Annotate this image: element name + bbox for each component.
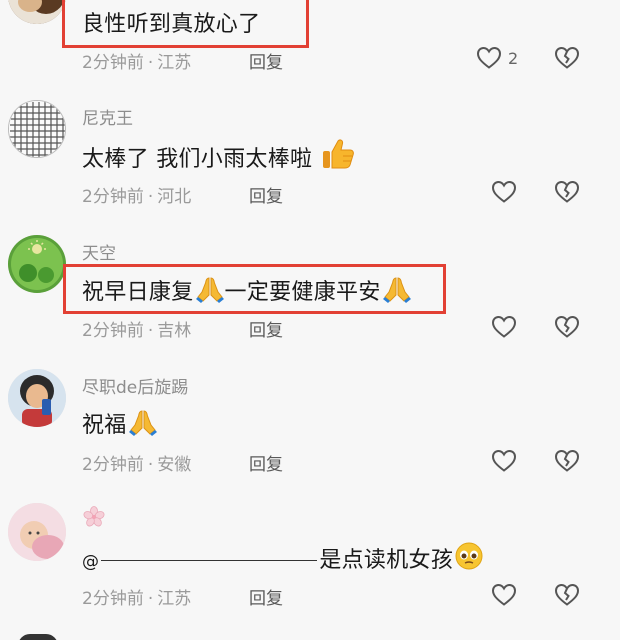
pleading-face-icon — [454, 541, 484, 577]
meta-separator: · — [147, 53, 154, 73]
comment-text: 良性听到真放心了 — [82, 12, 261, 37]
avatar[interactable] — [18, 634, 58, 640]
comment-meta: 2分钟前 · 吉林 — [82, 316, 191, 341]
avatar[interactable] — [8, 100, 66, 158]
comment-time: 2分钟前 — [82, 53, 144, 73]
comment-text-body: 祝福 — [82, 413, 127, 438]
reply-button[interactable]: 回复 — [249, 182, 283, 207]
avatar[interactable] — [8, 235, 66, 293]
comment-location: 安徽 — [157, 455, 192, 475]
avatar-image — [9, 101, 65, 157]
broken-heart-icon — [554, 449, 580, 472]
reply-button[interactable]: 回复 — [249, 48, 283, 73]
comment-meta: 2分钟前 · 安徽 — [82, 450, 191, 475]
like-count: 2 — [508, 48, 519, 68]
comment-location: 江苏 — [157, 53, 192, 73]
dislike-button[interactable] — [554, 178, 580, 206]
like-button[interactable]: 2 — [476, 44, 518, 72]
avatar-image — [8, 0, 66, 24]
comment-text-body: 太棒了 我们小雨太棒啦 — [82, 147, 313, 172]
avatar[interactable] — [8, 503, 66, 561]
dislike-button[interactable] — [554, 447, 580, 475]
like-button[interactable] — [491, 178, 517, 206]
comment-text: 太棒了 我们小雨太棒啦 — [82, 138, 355, 176]
comment-time: 2分钟前 — [82, 455, 144, 475]
meta-separator: · — [147, 455, 154, 475]
heart-icon — [491, 583, 517, 606]
like-button[interactable] — [491, 313, 517, 341]
comment-list: 良性听到真放心了 2分钟前 · 江苏 回复 2 尼克王 太棒了 我们小雨太棒啦 … — [0, 0, 620, 640]
dislike-button[interactable] — [554, 44, 580, 72]
comment-location: 江苏 — [157, 589, 192, 609]
broken-heart-icon — [554, 46, 580, 69]
praying-hands-icon — [128, 408, 158, 442]
thumbs-up-icon — [321, 138, 355, 176]
like-button[interactable] — [491, 447, 517, 475]
meta-separator: · — [147, 187, 154, 207]
comment-text-part2: 一定要健康平安 — [224, 280, 381, 305]
comment-location: 河北 — [157, 187, 192, 207]
comment-meta: 2分钟前 · 江苏 — [82, 48, 191, 73]
heart-icon — [491, 180, 517, 203]
reply-button[interactable]: 回复 — [249, 316, 283, 341]
mention-prefix[interactable]: @ — [82, 552, 99, 572]
username[interactable] — [82, 505, 106, 530]
reply-button[interactable]: 回复 — [249, 450, 283, 475]
dislike-button[interactable] — [554, 313, 580, 341]
username[interactable]: 尽职de后旋踢 — [82, 373, 188, 398]
comment-meta: 2分钟前 · 河北 — [82, 182, 191, 207]
comment-time: 2分钟前 — [82, 321, 144, 341]
heart-icon — [491, 315, 517, 338]
dislike-button[interactable] — [554, 581, 580, 609]
comment-text: 祝早日康复 一定要健康平安 — [82, 274, 412, 309]
comment-time: 2分钟前 — [82, 187, 144, 207]
meta-separator: · — [147, 321, 154, 341]
praying-hands-icon — [195, 275, 225, 309]
comment-text-body: 是点读机女孩 — [319, 548, 454, 573]
avatar[interactable] — [8, 369, 66, 427]
avatar[interactable] — [8, 0, 66, 24]
cherry-blossom-icon — [82, 506, 106, 530]
meta-separator: · — [147, 589, 154, 609]
comment-text: @ 是点读机女孩 — [82, 541, 484, 577]
heart-icon — [491, 449, 517, 472]
username[interactable]: 天空 — [82, 239, 116, 264]
broken-heart-icon — [554, 315, 580, 338]
avatar-image — [8, 369, 66, 427]
broken-heart-icon — [554, 583, 580, 606]
comment-text: 祝福 — [82, 407, 158, 442]
reply-button[interactable]: 回复 — [249, 584, 283, 609]
mention-line — [101, 560, 318, 561]
avatar-image — [8, 503, 66, 561]
broken-heart-icon — [554, 180, 580, 203]
praying-hands-icon — [382, 275, 412, 309]
comment-time: 2分钟前 — [82, 589, 144, 609]
avatar-image — [8, 235, 66, 293]
comment-text-part1: 祝早日康复 — [82, 280, 194, 305]
comment-meta: 2分钟前 · 江苏 — [82, 584, 191, 609]
comment-location: 吉林 — [157, 321, 192, 341]
heart-icon — [476, 46, 502, 69]
username[interactable]: 尼克王 — [82, 104, 133, 129]
like-button[interactable] — [491, 581, 517, 609]
